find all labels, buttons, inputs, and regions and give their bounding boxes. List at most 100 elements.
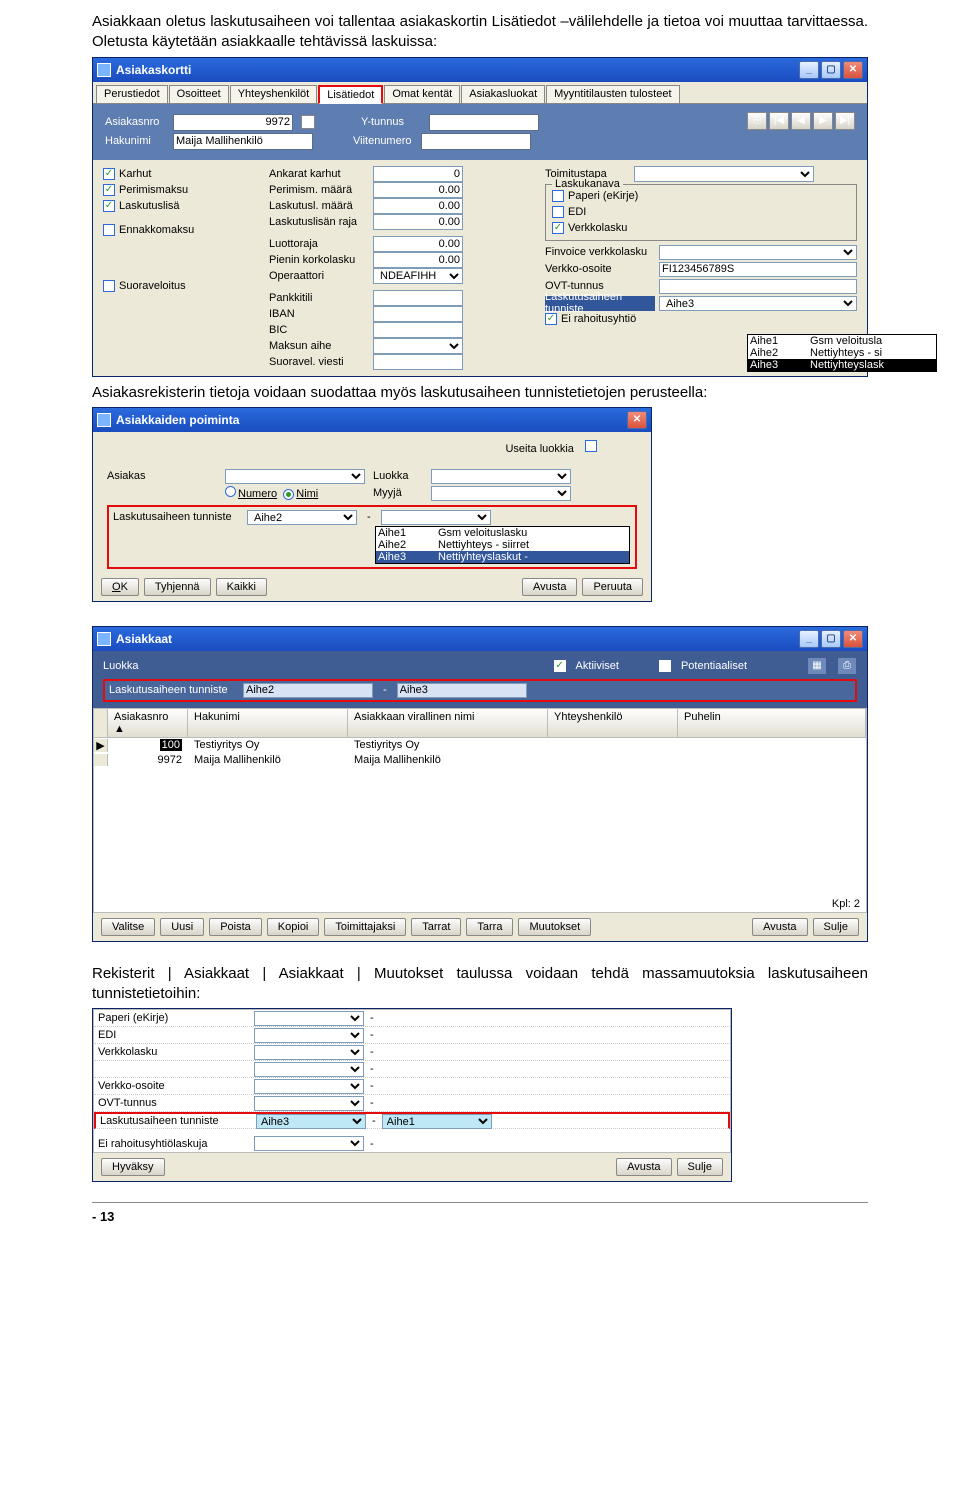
nav-next[interactable]: ▶ <box>813 112 833 130</box>
nav-first[interactable]: |◀ <box>769 112 789 130</box>
paperi-select[interactable] <box>254 1011 364 1026</box>
lat-select-1[interactable]: Aihe2 <box>247 510 357 525</box>
ovt-select[interactable] <box>254 1096 364 1111</box>
table-row[interactable]: 9972 Maija Mallihenkilö Maija Mallihenki… <box>94 753 866 767</box>
peruuta-button[interactable]: Peruuta <box>582 578 643 596</box>
minimize-button[interactable]: _ <box>799 61 819 79</box>
muutokset-button[interactable]: Muutokset <box>518 918 591 936</box>
col-header[interactable]: Yhteyshenkilö <box>548 709 678 737</box>
option[interactable]: Aihe2 <box>748 347 808 359</box>
kaikki-button[interactable]: Kaikki <box>216 578 267 596</box>
print-icon[interactable]: ⎙ <box>837 657 857 675</box>
tab-omatkentat[interactable]: Omat kentät <box>384 85 460 103</box>
minimize-button[interactable]: _ <box>799 630 819 648</box>
ovt-input[interactable] <box>659 279 857 294</box>
chk-verkkolasku[interactable]: ✓Verkkolasku <box>552 220 850 236</box>
option-selected[interactable]: Aihe3 <box>376 551 436 563</box>
verkkolasku-select[interactable] <box>254 1045 364 1060</box>
uusi-button[interactable]: Uusi <box>160 918 204 936</box>
tab-yhteyshenkilot[interactable]: Yhteyshenkilöt <box>230 85 318 103</box>
bic-input[interactable] <box>373 322 463 338</box>
toimitustapa-select[interactable] <box>634 166 814 182</box>
viitenumero-input[interactable] <box>421 133 531 150</box>
perimism-input[interactable] <box>373 182 463 198</box>
option[interactable]: Aihe1 <box>376 527 436 539</box>
chk-suoraveloitus[interactable]: Suoraveloitus <box>103 278 253 294</box>
useitaluokkia-checkbox[interactable] <box>585 440 597 452</box>
maximize-button[interactable]: ▢ <box>821 61 841 79</box>
lookup-button[interactable]: … <box>301 115 315 129</box>
lat-from-select[interactable]: Aihe3 <box>256 1114 366 1129</box>
avusta-button[interactable]: Avusta <box>616 1158 671 1176</box>
close-button[interactable]: ✕ <box>843 630 863 648</box>
hakunimi-input[interactable] <box>173 133 313 150</box>
settings-icon[interactable]: ▦ <box>807 657 827 675</box>
blank-select[interactable] <box>254 1062 364 1077</box>
table-row[interactable]: ▶ 100 Testiyritys Oy Testiyritys Oy <box>94 738 866 753</box>
sulje-button[interactable]: Sulje <box>677 1158 723 1176</box>
laskutusl-input[interactable] <box>373 198 463 214</box>
tarra-button[interactable]: Tarra <box>466 918 513 936</box>
aihe-dropdown-popup[interactable]: Aihe1Gsm veloitusla Aihe2Nettiyhteys - s… <box>747 334 937 372</box>
kopioi-button[interactable]: Kopioi <box>267 918 320 936</box>
avusta-button[interactable]: Avusta <box>522 578 577 596</box>
edi-select[interactable] <box>254 1028 364 1043</box>
pankkitili-input[interactable] <box>373 290 463 306</box>
sulje-button[interactable]: Sulje <box>813 918 859 936</box>
radio-nimi[interactable] <box>283 489 294 500</box>
laskutuslisanraja-input[interactable] <box>373 214 463 230</box>
tab-lisatiedot[interactable]: Lisätiedot <box>318 85 383 104</box>
tab-asiakasluokat[interactable]: Asiakasluokat <box>461 85 545 103</box>
maximize-button[interactable]: ▢ <box>821 630 841 648</box>
option[interactable]: Aihe2 <box>376 539 436 551</box>
lat-to-select[interactable]: Aihe1 <box>382 1114 492 1129</box>
asiakas-select[interactable] <box>225 469 365 484</box>
tarrat-button[interactable]: Tarrat <box>411 918 461 936</box>
col-header[interactable]: Asiakkaan virallinen nimi <box>348 709 548 737</box>
chk-laskutuslisa[interactable]: ✓Laskutuslisä <box>103 198 253 214</box>
col-header[interactable]: Puhelin <box>678 709 866 737</box>
nav-last[interactable]: ▶| <box>835 112 855 130</box>
verkkoosoite-input[interactable] <box>659 262 857 277</box>
ankarat-input[interactable] <box>373 166 463 182</box>
ytunnus-input[interactable] <box>429 114 539 131</box>
col-header[interactable]: Hakunimi <box>188 709 348 737</box>
verkkoosoite-select[interactable] <box>254 1079 364 1094</box>
eirahoitus-select[interactable] <box>254 1136 364 1151</box>
chk-edi[interactable]: EDI <box>552 204 850 220</box>
suoravelviesti-input[interactable] <box>373 354 463 370</box>
option[interactable]: Aihe1 <box>748 335 808 347</box>
maksunaihe-select[interactable] <box>373 338 463 354</box>
tab-osoitteet[interactable]: Osoitteet <box>169 85 229 103</box>
luokka-select[interactable] <box>431 469 571 484</box>
poista-button[interactable]: Poista <box>209 918 262 936</box>
option-selected[interactable]: Aihe3 <box>748 359 808 371</box>
tab-perustiedot[interactable]: Perustiedot <box>96 85 168 103</box>
chk-karhut[interactable]: ✓Karhut <box>103 166 253 182</box>
lat-select-2[interactable] <box>381 510 491 525</box>
finvoice-select[interactable] <box>659 245 857 260</box>
close-button[interactable]: ✕ <box>627 411 647 429</box>
valitse-button[interactable]: Valitse <box>101 918 155 936</box>
chk-perimismaksu[interactable]: ✓Perimismaksu <box>103 182 253 198</box>
iban-input[interactable] <box>373 306 463 322</box>
chk-ennakkomaksu[interactable]: Ennakkomaksu <box>103 222 253 238</box>
ok-button[interactable]: OOKK <box>101 578 139 596</box>
aihe-dropdown-popup[interactable]: Aihe1Gsm veloituslasku Aihe2Nettiyhteys … <box>375 526 630 564</box>
lat-input-2[interactable] <box>397 683 527 698</box>
myyja-select[interactable] <box>431 486 571 501</box>
laskutusaiheen-select[interactable]: Aihe3 <box>659 296 857 311</box>
hyvaksy-button[interactable]: Hyväksy <box>101 1158 165 1176</box>
radio-numero[interactable] <box>225 486 236 497</box>
luottoraja-input[interactable] <box>373 236 463 252</box>
chk-paperi[interactable]: Paperi (eKirje) <box>552 188 850 204</box>
toimittajaksi-button[interactable]: Toimittajaksi <box>324 918 406 936</box>
avusta-button[interactable]: Avusta <box>752 918 807 936</box>
titlebar[interactable]: Asiakaskortti _ ▢ ✕ <box>93 58 867 82</box>
operaattori-select[interactable]: NDEAFIHH <box>373 268 463 284</box>
col-header[interactable]: Asiakasnro ▲ <box>108 709 188 737</box>
pieninkorko-input[interactable] <box>373 252 463 268</box>
nav-prev[interactable]: ◀ <box>791 112 811 130</box>
asiakasnro-input[interactable] <box>173 114 293 131</box>
close-button[interactable]: ✕ <box>843 61 863 79</box>
